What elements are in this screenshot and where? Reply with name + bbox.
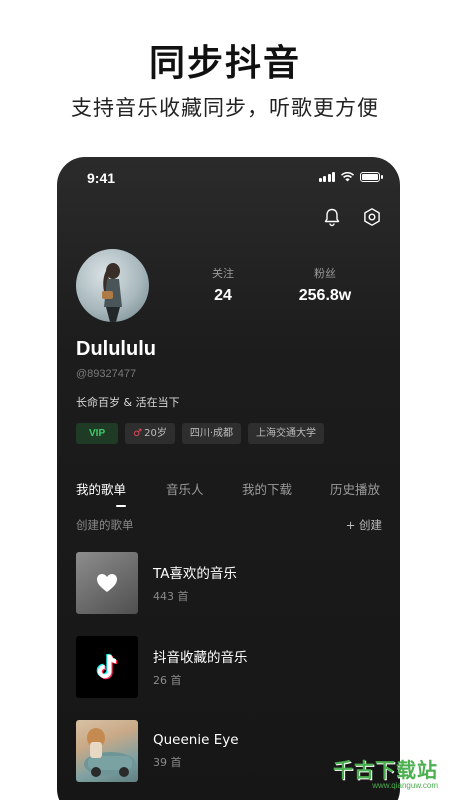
following-stat[interactable]: 关注 24 [183, 265, 263, 305]
tab-my-playlists[interactable]: 我的歌单 [76, 479, 166, 498]
promo-subtitle: 支持音乐收藏同步，听歌更方便 [71, 96, 379, 120]
followers-stat[interactable]: 粉丝 256.8w [285, 265, 365, 305]
watermark: 千古下载站 www.qianguw.com [333, 754, 438, 790]
tab-history[interactable]: 历史播放 [330, 479, 380, 498]
phone-screen: 9:41 关注 24 粉丝 256.8w Dulululu @89327477 … [57, 157, 400, 800]
bio: 长命百岁 & 活在当下 [76, 396, 180, 409]
followers-count: 256.8w [298, 287, 352, 304]
vip-badge[interactable]: VIP [76, 423, 119, 444]
avatar-photo [102, 263, 122, 322]
status-icons [318, 171, 383, 182]
tab-my-downloads[interactable]: 我的下载 [242, 479, 330, 498]
playlist-item[interactable]: TA喜欢的音乐 443 首 [76, 552, 382, 614]
playlist-count: 443 首 [153, 590, 189, 603]
profile-tags: VIP ♂ 20岁 四川·成都 上海交通大学 [76, 423, 325, 444]
tiktok-logo-icon [96, 653, 118, 680]
playlist-count: 26 首 [153, 674, 182, 687]
status-time: 9:41 [87, 170, 116, 186]
signal-icon [318, 171, 335, 182]
user-id: @89327477 [76, 368, 137, 380]
wifi-icon [340, 171, 355, 182]
playlist-name: 抖音收藏的音乐 [153, 650, 248, 666]
tab-musicians[interactable]: 音乐人 [166, 479, 242, 498]
profile-tabs: 我的歌单 音乐人 我的下载 历史播放 [76, 479, 400, 498]
followers-label: 粉丝 [314, 267, 336, 280]
battery-icon [360, 171, 383, 182]
album-photo [84, 728, 136, 777]
playlist-cover [76, 720, 138, 782]
heart-icon [97, 574, 117, 592]
promo-title: 同步抖音 [148, 43, 301, 84]
playlist-name: TA喜欢的音乐 [153, 566, 237, 582]
age-label: 20岁 [144, 428, 167, 439]
username: Dulululu [76, 338, 156, 360]
school-tag: 上海交通大学 [248, 423, 325, 444]
playlist-cover [76, 552, 138, 614]
bell-icon[interactable] [322, 207, 342, 227]
playlist-item[interactable]: 抖音收藏的音乐 26 首 [76, 636, 382, 698]
section-header: 创建的歌单 + 创建 [76, 517, 382, 533]
settings-icon[interactable] [362, 207, 382, 227]
playlist-cover [76, 636, 138, 698]
age-tag: ♂ 20岁 [125, 423, 175, 444]
gender-icon: ♂ [133, 428, 143, 439]
playlist-name: Queenie Eye [153, 732, 239, 748]
following-label: 关注 [212, 267, 234, 280]
watermark-text: 千古下载站 [333, 758, 438, 782]
following-count: 24 [214, 287, 232, 304]
playlist-count: 39 首 [153, 756, 182, 769]
location-tag: 四川·成都 [181, 423, 242, 444]
avatar[interactable] [76, 249, 149, 322]
create-playlist-button[interactable]: + 创建 [346, 517, 382, 533]
section-title: 创建的歌单 [76, 518, 134, 532]
